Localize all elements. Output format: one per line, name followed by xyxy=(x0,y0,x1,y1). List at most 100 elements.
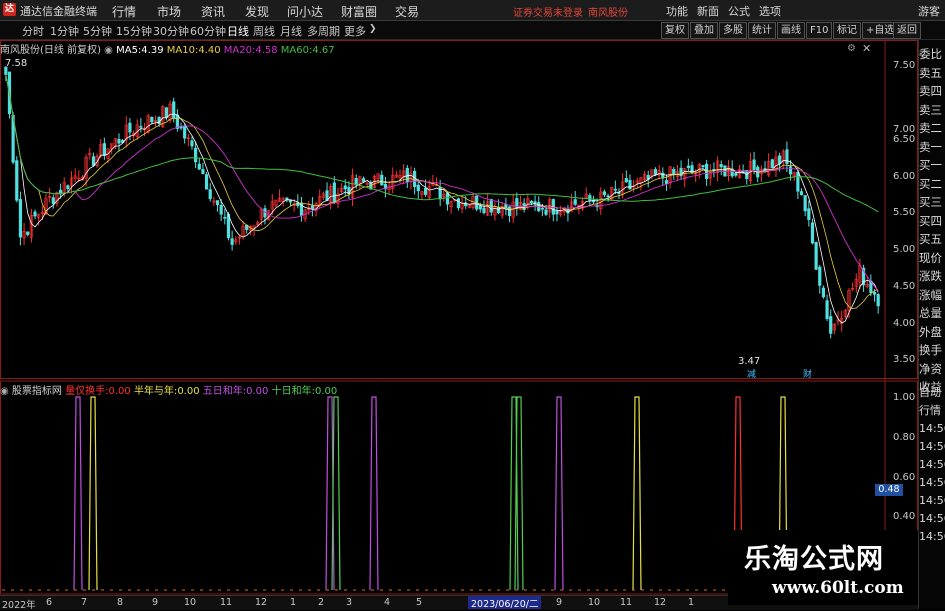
chevron-right-icon[interactable]: ❯ xyxy=(369,24,377,34)
candle-body xyxy=(139,126,143,128)
settings-icon[interactable]: ◉ xyxy=(0,386,9,397)
period-tab-15min[interactable]: 15分钟 xyxy=(116,23,152,39)
candle-body xyxy=(821,287,826,298)
toolbar-multi-stock-button[interactable]: 多股 xyxy=(719,22,747,39)
candle-body xyxy=(555,210,559,215)
period-tab-intraday[interactable]: 分时 xyxy=(22,23,44,39)
ma60-line xyxy=(5,74,879,213)
y-tick: 5.00 xyxy=(893,244,916,255)
period-tab-multi[interactable]: 多周期 xyxy=(307,23,340,39)
date-label: 12 xyxy=(255,597,268,608)
candle-body xyxy=(624,178,628,183)
ticker-label[interactable]: 行情 xyxy=(919,402,945,420)
candle-body xyxy=(829,316,833,334)
candle-body xyxy=(788,166,793,175)
quote-label[interactable]: 买一 xyxy=(919,156,945,175)
y-tick: 6.50 xyxy=(893,134,916,145)
candle-body xyxy=(164,107,169,118)
settings-icon[interactable]: ◉ xyxy=(104,45,113,56)
menu-item-exchange[interactable]: 市场 xyxy=(157,3,181,20)
quote-label[interactable]: 卖一 xyxy=(919,138,945,157)
menu-guest[interactable]: 游客 xyxy=(918,3,940,19)
toolbar-overlay-button[interactable]: 叠加 xyxy=(690,22,718,39)
menu-function[interactable]: 功能 xyxy=(666,3,688,19)
candle-body xyxy=(664,180,669,184)
toolbar-mark-button[interactable]: 标记 xyxy=(833,22,861,39)
menu-item-market[interactable]: 行情 xyxy=(112,3,136,20)
candle-body xyxy=(288,199,293,203)
ma20-value: 4.58 xyxy=(255,45,278,56)
menu-item-trade[interactable]: 交易 xyxy=(395,3,419,20)
menu-item-discover[interactable]: 发现 xyxy=(245,3,269,20)
period-tab-60min[interactable]: 60分钟 xyxy=(190,23,226,39)
menu-item-ask[interactable]: 问小达 xyxy=(287,3,323,20)
quote-label[interactable]: 外盘 xyxy=(919,323,945,342)
period-tab-weekly[interactable]: 周线 xyxy=(253,23,275,39)
candle-body xyxy=(825,300,829,320)
date-label: 1 xyxy=(290,597,297,608)
period-tab-monthly[interactable]: 月线 xyxy=(280,23,302,39)
quote-label[interactable]: 卖二 xyxy=(919,119,945,138)
series-label: 量仅换手: xyxy=(65,386,109,397)
quote-label[interactable]: 涨跌 xyxy=(919,267,945,286)
event-mark-finance[interactable]: 财 xyxy=(803,367,812,380)
date-label: 10 xyxy=(588,597,601,608)
quote-label[interactable]: 卖四 xyxy=(919,82,945,101)
ticker-time: 14:56 xyxy=(919,422,945,435)
series-label: 十日和年: xyxy=(271,386,315,397)
menu-formula[interactable]: 公式 xyxy=(728,3,750,19)
indicator-name[interactable]: 股票指标网 xyxy=(12,386,62,397)
quote-label[interactable]: 买五 xyxy=(919,230,945,249)
date-label: 11 xyxy=(620,597,633,608)
menu-new-layout[interactable]: 新面 xyxy=(697,3,719,19)
kline-chart-canvas[interactable] xyxy=(0,40,918,595)
quote-label[interactable]: 总量 xyxy=(919,304,945,323)
quote-label[interactable]: 涨幅 xyxy=(919,286,945,305)
toolbar-draw-button[interactable]: 画线 xyxy=(777,22,805,39)
candle-body xyxy=(66,185,70,189)
candle-body xyxy=(628,180,632,190)
event-mark-reduce[interactable]: 减 xyxy=(747,367,756,380)
candle-body xyxy=(588,195,592,201)
candle-body xyxy=(343,185,347,190)
close-icon[interactable]: ✕ xyxy=(862,42,871,55)
period-tab-more[interactable]: 更多 xyxy=(344,23,366,39)
candle-body xyxy=(770,159,774,169)
period-tab-5min[interactable]: 5分钟 xyxy=(83,23,112,39)
current-stock-notice[interactable]: 南风股份 xyxy=(588,4,628,19)
menu-options[interactable]: 选项 xyxy=(759,3,781,19)
candle-body xyxy=(672,168,676,175)
candle-body xyxy=(26,231,30,235)
quote-label[interactable]: 卖三 xyxy=(919,101,945,120)
candle-body xyxy=(128,122,132,133)
quote-label[interactable]: 买三 xyxy=(919,193,945,212)
ticker-label[interactable]: 自动 xyxy=(919,384,945,402)
candle-body xyxy=(201,169,205,175)
ma5-value: 4.39 xyxy=(141,45,164,56)
period-tab-30min[interactable]: 30分钟 xyxy=(153,23,189,39)
indicator-spike xyxy=(73,396,83,591)
date-label: 12 xyxy=(654,597,667,608)
period-tab-daily[interactable]: 日线 xyxy=(227,23,249,39)
toolbar-adjust-button[interactable]: 复权 xyxy=(661,22,689,39)
toolbar-back-button[interactable]: 返回 xyxy=(893,22,921,39)
menu-item-news[interactable]: 资讯 xyxy=(201,3,225,20)
gear-icon[interactable]: ⚙ xyxy=(847,43,856,54)
toolbar-stats-button[interactable]: 统计 xyxy=(748,22,776,39)
quote-label[interactable]: 委比 xyxy=(919,45,945,64)
quote-label[interactable]: 净资 xyxy=(919,360,945,379)
quote-label[interactable]: 买四 xyxy=(919,212,945,231)
quote-label[interactable]: 买二 xyxy=(919,175,945,194)
quote-label[interactable]: 现价 xyxy=(919,249,945,268)
candle-body xyxy=(507,206,512,216)
quote-label[interactable]: 卖五 xyxy=(919,64,945,83)
toolbar-f10-button[interactable]: F10 xyxy=(806,22,833,39)
candle-body xyxy=(102,143,106,156)
menu-item-wealth[interactable]: 财富圈 xyxy=(341,3,377,20)
login-notice[interactable]: 证券交易未登录 xyxy=(513,4,583,19)
candle-body xyxy=(380,174,384,186)
quote-label[interactable]: 换手 xyxy=(919,341,945,360)
period-tab-1min[interactable]: 1分钟 xyxy=(50,23,79,39)
ma10-value: 4.40 xyxy=(198,45,221,56)
ticker-time: 14:56 xyxy=(919,440,945,453)
